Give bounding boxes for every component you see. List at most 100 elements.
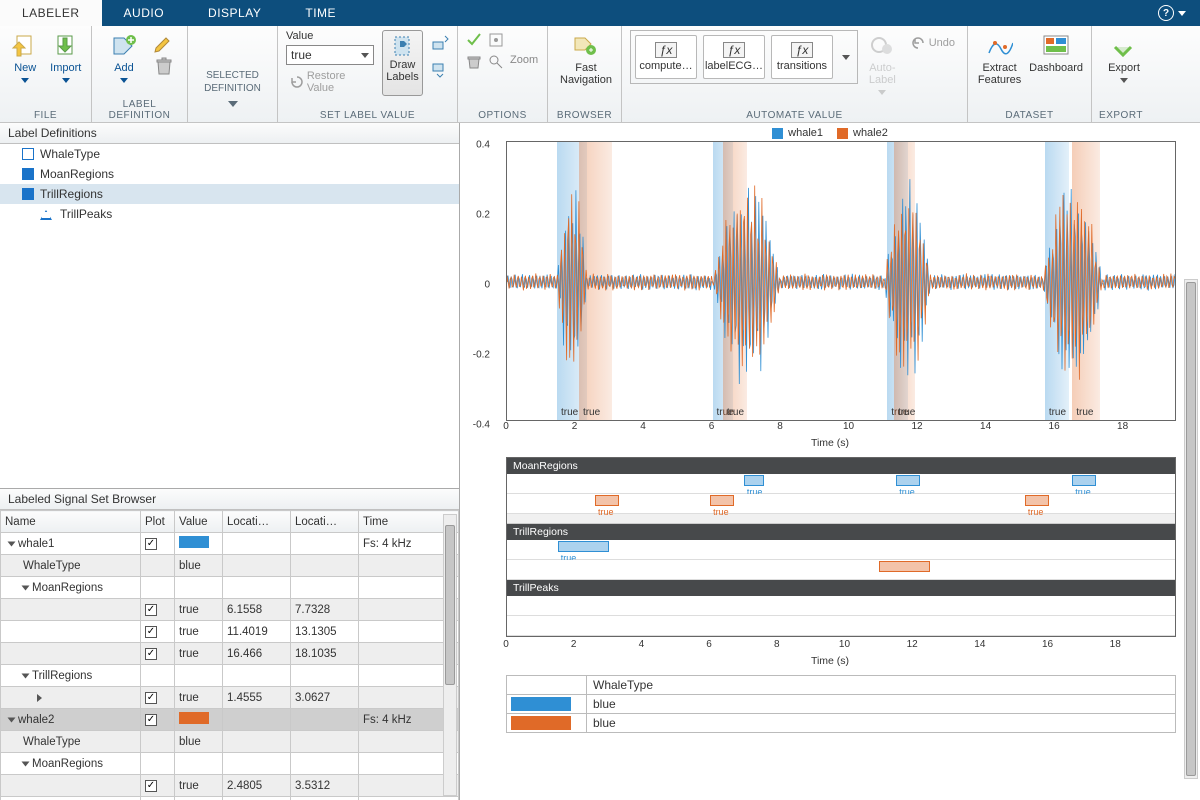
table-row[interactable]: true6.15587.7328 (1, 599, 459, 621)
automate-transitions-button[interactable]: ƒxtransitions (771, 35, 833, 79)
label-definition-item[interactable]: WhaleType (0, 144, 459, 164)
track-segment[interactable]: true (1072, 475, 1096, 486)
track-header: TrillRegions (507, 524, 1175, 540)
y-tick: -0.4 (460, 420, 490, 431)
plot-checkbox[interactable] (145, 604, 157, 616)
automate-more-button[interactable] (839, 55, 853, 60)
draw-labels-button[interactable]: Draw Labels (382, 30, 423, 96)
column-header[interactable]: Locati… (223, 511, 291, 533)
tree-toggle-icon[interactable] (22, 761, 30, 766)
color-swatch-icon (511, 697, 571, 711)
tab-display[interactable]: DISPLAY (186, 0, 283, 26)
table-row[interactable]: true2.48053.5312 (1, 775, 459, 797)
table-row[interactable]: TrillRegions (1, 665, 459, 687)
track-segment[interactable] (879, 561, 930, 572)
x-tick: 6 (709, 421, 715, 432)
tree-toggle-icon[interactable] (8, 541, 16, 546)
value-select[interactable]: true (286, 45, 374, 65)
label-definition-item[interactable]: TrillPeaks (0, 204, 459, 224)
waveform-plot[interactable]: truetruetruetruetruetruetruetrue (506, 141, 1176, 421)
track-segment[interactable]: true (1025, 495, 1049, 506)
undo-button[interactable]: Undo (907, 30, 959, 52)
restore-value-button[interactable]: Restore Value (286, 68, 374, 96)
tab-time[interactable]: TIME (283, 0, 358, 26)
table-row[interactable]: true5.80758.0255 (1, 797, 459, 800)
track-segment[interactable]: true (558, 541, 609, 552)
automate-compute-button[interactable]: ƒxcompute… (635, 35, 697, 79)
track-segment[interactable]: true (595, 495, 619, 506)
tree-toggle-icon[interactable] (22, 585, 30, 590)
plot-checkbox[interactable] (145, 692, 157, 704)
plot-checkbox[interactable] (145, 626, 157, 638)
browser-scrollbar[interactable] (443, 514, 457, 796)
automate-labelecg-button[interactable]: ƒxlabelECG… (703, 35, 765, 79)
tab-labeler[interactable]: LABELER (0, 0, 102, 26)
table-row[interactable]: true11.401913.1305 (1, 621, 459, 643)
options-settings-icon[interactable] (488, 32, 504, 48)
track-segment[interactable]: true (744, 475, 764, 486)
track-segment[interactable]: true (710, 495, 734, 506)
attribute-icon (22, 148, 34, 160)
color-swatch-icon (511, 716, 571, 730)
table-row[interactable]: true16.46618.1035 (1, 643, 459, 665)
plot-scrollbar[interactable] (1184, 279, 1198, 779)
track-segment[interactable]: true (896, 475, 920, 486)
tab-audio[interactable]: AUDIO (102, 0, 187, 26)
pan-label-icon[interactable] (431, 34, 449, 52)
auto-label-button[interactable]: Auto-Label (868, 30, 897, 95)
delete-label-icon[interactable] (466, 54, 482, 70)
extract-features-button[interactable]: Extract Features (976, 30, 1023, 86)
column-header[interactable]: Name (1, 511, 141, 533)
plot-checkbox[interactable] (145, 780, 157, 792)
shrink-label-icon[interactable] (431, 60, 449, 78)
tree-toggle-icon[interactable] (37, 694, 42, 702)
table-row[interactable]: WhaleTypeblue (1, 555, 459, 577)
table-row[interactable]: whale1Fs: 4 kHz (1, 533, 459, 555)
point-icon (40, 210, 52, 220)
import-button[interactable]: Import (49, 30, 84, 83)
table-row[interactable]: true1.45553.0627 (1, 687, 459, 709)
x-tick: 18 (1117, 421, 1128, 432)
color-swatch-icon (179, 712, 209, 724)
app-tabbar: LABELER AUDIO DISPLAY TIME ? (0, 0, 1200, 26)
label-definition-item[interactable]: MoanRegions (0, 164, 459, 184)
dashboard-button[interactable]: Dashboard (1029, 30, 1083, 74)
accept-icon[interactable] (466, 32, 482, 48)
new-button[interactable]: New (8, 30, 43, 83)
table-row[interactable]: whale2Fs: 4 kHz (1, 709, 459, 731)
column-header[interactable]: Plot (141, 511, 175, 533)
table-row[interactable]: MoanRegions (1, 577, 459, 599)
edit-definition-icon[interactable] (154, 34, 174, 54)
definition-name: TrillRegions (40, 187, 103, 201)
column-header[interactable]: Value (175, 511, 223, 533)
column-header[interactable]: Locati… (291, 511, 359, 533)
group-label: OPTIONS (458, 110, 547, 121)
label-definitions-list: WhaleType MoanRegions TrillRegions TrillPea… (0, 144, 459, 489)
track-header: TrillPeaks (507, 580, 1175, 596)
help-button[interactable]: ? (1158, 0, 1200, 26)
plot-checkbox[interactable] (145, 714, 157, 726)
delete-definition-icon[interactable] (154, 56, 174, 76)
chevron-down-icon[interactable] (228, 101, 238, 107)
export-button[interactable]: Export (1100, 30, 1148, 83)
find-icon[interactable] (488, 54, 504, 70)
fast-navigation-button[interactable]: Fast Navigation (556, 30, 616, 86)
y-tick: -0.2 (460, 350, 490, 361)
roi-icon (22, 188, 34, 200)
tree-toggle-icon[interactable] (8, 717, 16, 722)
add-definition-button[interactable]: Add (100, 30, 148, 83)
group-label: SET LABEL VALUE (278, 110, 457, 121)
plot-checkbox[interactable] (145, 648, 157, 660)
definition-name: WhaleType (40, 147, 100, 161)
tree-toggle-icon[interactable] (22, 673, 30, 678)
table-row[interactable]: WhaleTypeblue (1, 731, 459, 753)
plot-checkbox[interactable] (145, 538, 157, 550)
label-definition-item[interactable]: TrillRegions (0, 184, 459, 204)
legend-swatch-icon (837, 128, 848, 139)
y-tick: 0.2 (460, 210, 490, 221)
label-tracks[interactable]: MoanRegionstruetruetruetruetruetrueTrill… (506, 457, 1176, 637)
import-icon (52, 32, 80, 60)
group-label: DATASET (968, 110, 1091, 121)
roi-icon (22, 168, 34, 180)
table-row[interactable]: MoanRegions (1, 753, 459, 775)
